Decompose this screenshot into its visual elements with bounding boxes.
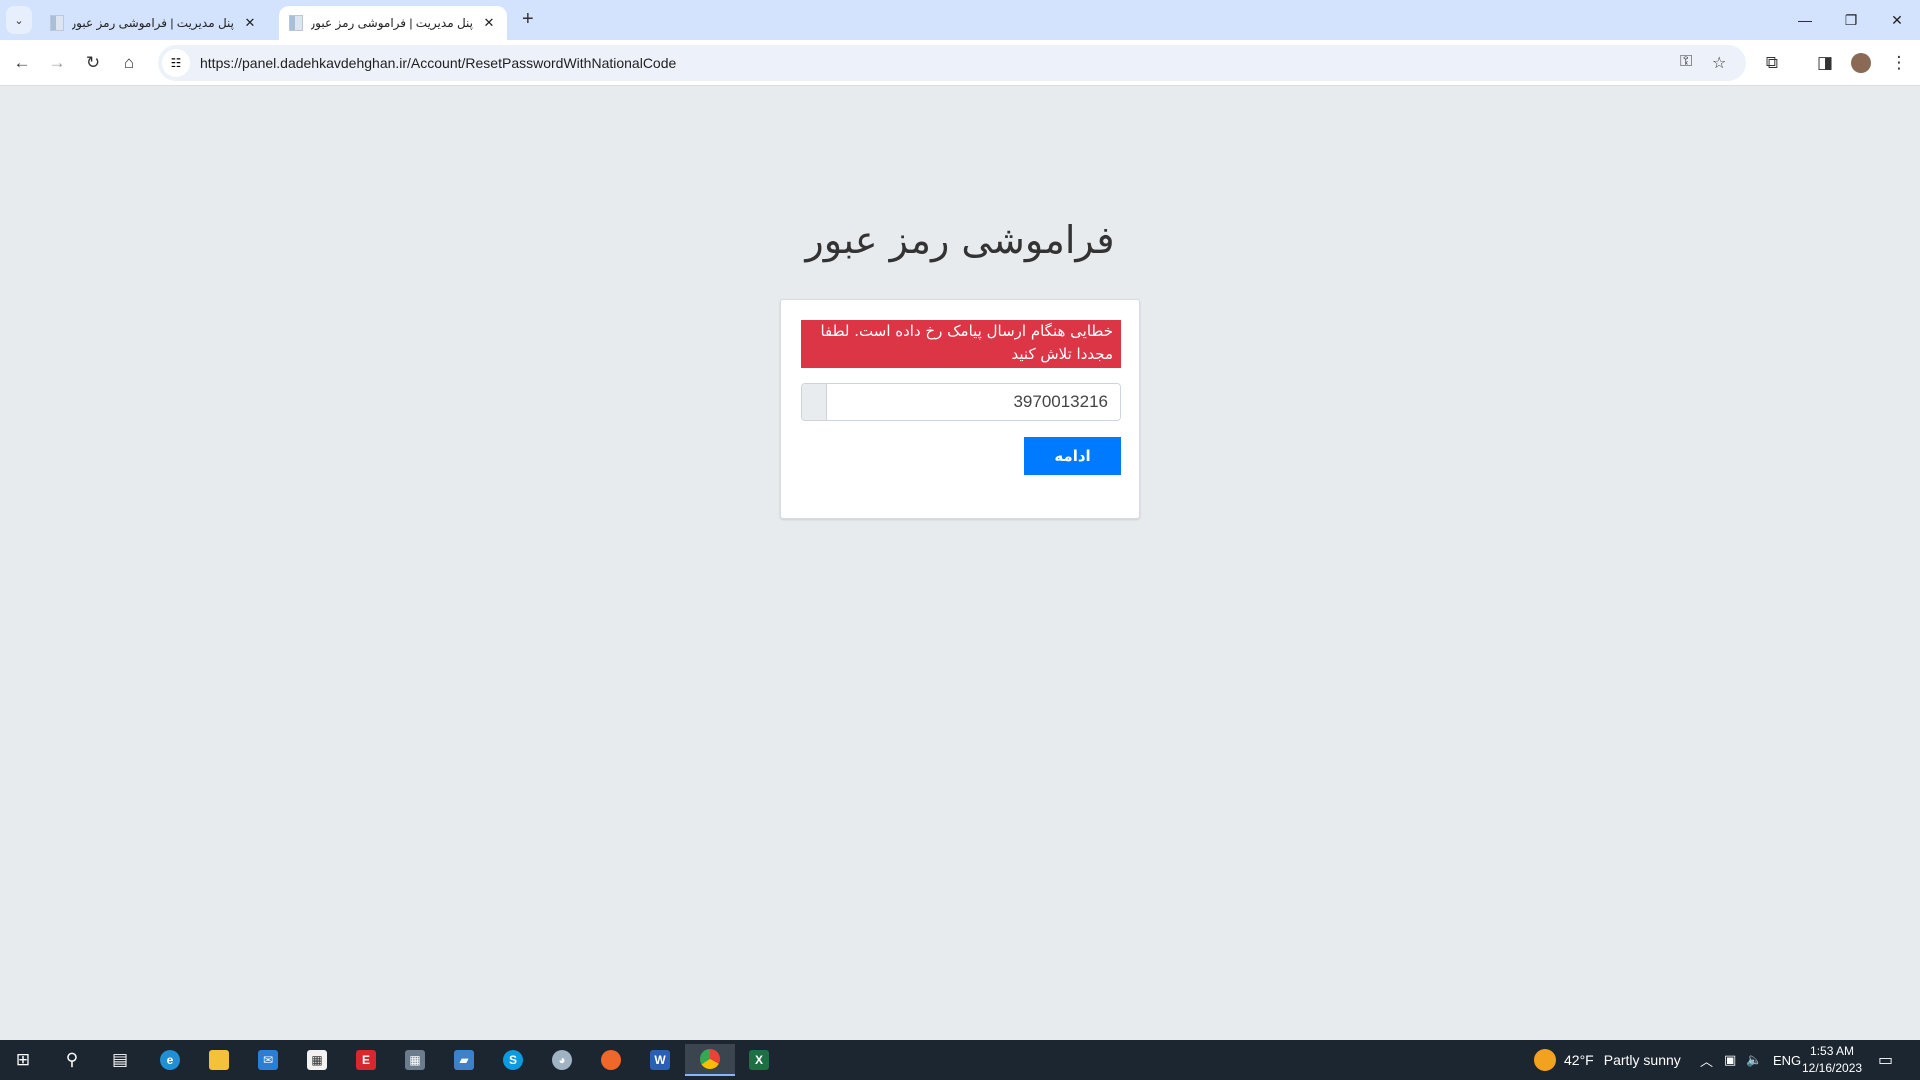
clock[interactable]: 1:53 AM 12/16/2023 xyxy=(1802,1040,1862,1080)
app-e-icon[interactable]: E xyxy=(346,1044,386,1076)
search-icon[interactable]: ⚲ xyxy=(52,1044,92,1076)
paint-icon[interactable]: ◕ xyxy=(542,1044,582,1076)
language-indicator[interactable]: ENG xyxy=(1773,1040,1801,1080)
minimize-button[interactable]: — xyxy=(1782,0,1828,40)
national-code-input[interactable] xyxy=(827,384,1120,420)
start-icon[interactable]: ⊞ xyxy=(3,1044,43,1076)
windows-taskbar: ⊞ ⚲ ▤ e ✉ ▦ E ▦ ▰ S ◕ W X 42°F Partly su… xyxy=(0,1040,1920,1080)
browser-toolbar: ← → ↻ ⌂ ☷ https://panel.dadehkavdehghan.… xyxy=(0,40,1920,86)
show-hidden-icons[interactable]: ︿ xyxy=(1700,1040,1713,1080)
url-text[interactable]: https://panel.dadehkavdehghan.ir/Account… xyxy=(200,55,676,71)
word-icon[interactable]: W xyxy=(640,1044,680,1076)
forward-button[interactable]: → xyxy=(44,50,70,76)
page-title: فراموشی رمز عبور xyxy=(805,218,1115,262)
close-tab-icon[interactable]: ✕ xyxy=(481,15,497,31)
restore-button[interactable]: ❐ xyxy=(1828,0,1874,40)
notifications-icon[interactable]: ▭ xyxy=(1878,1040,1893,1080)
weather-partly-sunny-icon xyxy=(1534,1049,1556,1071)
back-button[interactable]: ← xyxy=(9,50,35,76)
continue-button[interactable]: ادامه xyxy=(1024,437,1121,475)
page-favicon-icon xyxy=(50,15,64,31)
calculator-icon[interactable]: ▦ xyxy=(395,1044,435,1076)
skype-icon[interactable]: S xyxy=(493,1044,533,1076)
input-addon xyxy=(802,384,827,420)
close-tab-icon[interactable]: ✕ xyxy=(242,15,258,31)
mail-icon[interactable]: ✉ xyxy=(248,1044,288,1076)
tab-search-button[interactable]: ⌄ xyxy=(6,6,32,34)
file-explorer-icon[interactable] xyxy=(199,1044,239,1076)
reload-button[interactable]: ↻ xyxy=(80,50,106,76)
close-window-button[interactable]: ✕ xyxy=(1874,0,1920,40)
excel-icon[interactable]: X xyxy=(739,1044,779,1076)
reset-password-card: خطایی هنگام ارسال پیامک رخ داده است. لطف… xyxy=(780,299,1140,519)
page-favicon-icon xyxy=(289,15,303,31)
firefox-icon[interactable] xyxy=(591,1044,631,1076)
clock-date: 12/16/2023 xyxy=(1802,1061,1863,1075)
bookmark-star-icon[interactable]: ☆ xyxy=(1712,53,1726,73)
tab-1[interactable]: پنل مدیریت | فراموشی رمز عبور ✕ xyxy=(40,6,268,40)
address-bar[interactable]: ☷ https://panel.dadehkavdehghan.ir/Accou… xyxy=(158,45,1746,81)
clock-time: 1:53 AM xyxy=(1810,1044,1855,1058)
weather-condition: Partly sunny xyxy=(1603,1052,1681,1068)
volume-icon[interactable]: 🔈 xyxy=(1746,1040,1762,1080)
extensions-icon[interactable]: ⧉ xyxy=(1759,50,1785,76)
tab-2[interactable]: پنل مدیریت | فراموشی رمز عبور ✕ xyxy=(279,6,507,40)
password-key-icon[interactable]: ⚿ xyxy=(1680,53,1692,71)
tab-strip: ⌄ پنل مدیریت | فراموشی رمز عبور ✕ پنل مد… xyxy=(0,0,1920,40)
store-icon[interactable]: ▦ xyxy=(297,1044,337,1076)
error-alert: خطایی هنگام ارسال پیامک رخ داده است. لطف… xyxy=(801,320,1121,368)
national-code-field xyxy=(801,383,1121,421)
home-button[interactable]: ⌂ xyxy=(116,50,142,76)
weather-temp: 42°F xyxy=(1564,1052,1594,1068)
menu-icon[interactable]: ⋮ xyxy=(1886,50,1912,76)
task-view-icon[interactable]: ▤ xyxy=(100,1044,140,1076)
camera-icon[interactable]: ▣ xyxy=(1724,1040,1736,1080)
tab-title: پنل مدیریت | فراموشی رمز عبور xyxy=(311,16,473,30)
edge-icon[interactable]: e xyxy=(150,1044,190,1076)
side-panel-icon[interactable]: ◨ xyxy=(1812,50,1838,76)
chrome-icon[interactable] xyxy=(685,1044,735,1076)
new-tab-button[interactable]: + xyxy=(522,8,534,31)
weather-widget[interactable]: 42°F Partly sunny xyxy=(1534,1040,1681,1080)
profile-avatar[interactable] xyxy=(1848,50,1874,76)
app-icon[interactable]: ▰ xyxy=(444,1044,484,1076)
tab-title: پنل مدیریت | فراموشی رمز عبور xyxy=(72,16,234,30)
site-info-icon[interactable]: ☷ xyxy=(162,49,190,77)
